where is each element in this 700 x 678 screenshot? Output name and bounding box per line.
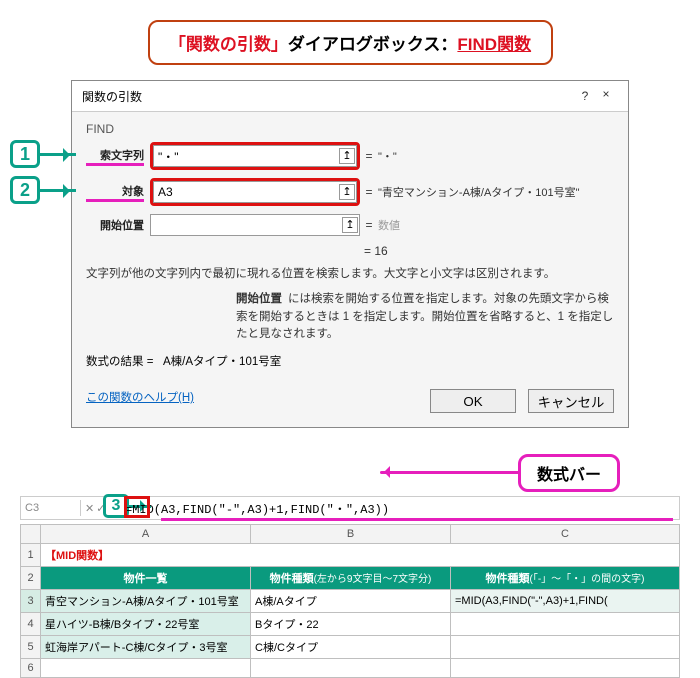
arrow-left-icon <box>380 471 540 474</box>
col-header-c[interactable]: C <box>451 525 680 544</box>
range-picker-icon[interactable]: ↥ <box>342 217 358 233</box>
cell[interactable]: A棟/Aタイプ <box>251 590 451 613</box>
row-header[interactable]: 3 <box>21 590 41 613</box>
dialog-title: 関数の引数 <box>82 88 576 105</box>
sheet-title[interactable]: 【MID関数】 <box>41 544 680 567</box>
cell[interactable] <box>451 636 680 659</box>
formula-bar-callout: 数式バー <box>20 454 680 492</box>
function-name: FIND <box>86 122 614 136</box>
formula-result-label: 数式の結果 = <box>86 356 153 368</box>
arg-input-start[interactable] <box>150 214 360 236</box>
arrow-right-icon <box>40 189 76 192</box>
arg-input-search[interactable] <box>153 145 357 167</box>
spreadsheet: A B C 1 【MID関数】 2 物件一覧 物件種類(左から9文字目～7文字分… <box>20 524 680 678</box>
col-header-b[interactable]: B <box>251 525 451 544</box>
formula-result: 数式の結果 = A棟/Aタイプ・101号室 <box>86 353 614 369</box>
fb-cancel-icon[interactable]: ✕ <box>85 502 94 515</box>
ok-button[interactable]: OK <box>430 389 516 413</box>
cell[interactable]: 青空マンション-A棟/Aタイプ・101号室 <box>41 590 251 613</box>
close-icon[interactable]: × <box>594 87 618 105</box>
cell[interactable] <box>41 659 251 678</box>
corner-cell[interactable] <box>21 525 41 544</box>
arg-result-target: "青空マンション-A棟/Aタイプ・101号室" <box>378 184 614 200</box>
arrow-right-icon <box>40 153 76 156</box>
arg-input-target[interactable] <box>153 181 357 203</box>
arg-row-start: 開始位置 ↥ = 数値 <box>86 214 614 236</box>
banner-quote: 「関数の引数」 <box>169 35 288 54</box>
row-header[interactable]: 1 <box>21 544 41 567</box>
desc2-head: 開始位置 <box>236 293 282 305</box>
arg-label-target: 対象 <box>86 183 144 202</box>
cancel-button[interactable]: キャンセル <box>528 389 614 413</box>
table-header-c[interactable]: 物件種類(「-」～「・」の間の文字) <box>451 567 680 590</box>
cell[interactable] <box>451 613 680 636</box>
calc-result-value: 16 <box>374 244 387 258</box>
table-header-b[interactable]: 物件種類(左から9文字目～7文字分) <box>251 567 451 590</box>
arg-result-start: 数値 <box>378 217 614 233</box>
arg-row-search: 1 索文字列 ↥ = "・" <box>86 142 614 170</box>
name-box[interactable]: C3 <box>21 500 81 516</box>
argument-description: 開始位置には検索を開始する位置を指定します。対象の先頭文字から検索を開始するとき… <box>236 291 614 343</box>
cell[interactable]: Bタイプ・22 <box>251 613 451 636</box>
title-banner: 「関数の引数」ダイアログボックス：FIND関数 <box>148 20 553 65</box>
highlight-box <box>124 496 150 518</box>
formula-input[interactable]: =MID(A3,FIND("-",A3)+1,FIND("・",A3)) <box>121 498 679 519</box>
equals-sign: = <box>360 185 378 199</box>
row-header[interactable]: 6 <box>21 659 41 678</box>
cell[interactable]: C棟/Cタイプ <box>251 636 451 659</box>
cell-selected[interactable]: =MID(A3,FIND("-",A3)+1,FIND( <box>451 590 680 613</box>
function-arguments-dialog: 関数の引数 ? × FIND 1 索文字列 ↥ = "・" 2 対象 <box>71 80 629 428</box>
formula-bar: C3 ✕ ✓ fx 3 =MID(A3,FIND("-",A3)+1,FIND(… <box>20 496 680 520</box>
row-header[interactable]: 2 <box>21 567 41 590</box>
callout-1: 1 <box>10 140 76 168</box>
callout-1-number: 1 <box>10 140 40 168</box>
row-header[interactable]: 5 <box>21 636 41 659</box>
arg-label-start: 開始位置 <box>86 217 144 233</box>
function-help-link[interactable]: この関数のヘルプ(H) <box>86 389 194 405</box>
arg-result-search: "・" <box>378 148 614 164</box>
calc-result: = 16 <box>364 244 614 258</box>
desc2-body: には検索を開始する位置を指定します。対象の先頭文字から検索を開始するときは 1 … <box>236 293 613 340</box>
help-icon[interactable]: ? <box>576 89 594 103</box>
table-header-a[interactable]: 物件一覧 <box>41 567 251 590</box>
col-header-a[interactable]: A <box>41 525 251 544</box>
arg-row-target: 2 対象 ↥ = "青空マンション-A棟/Aタイプ・101号室" <box>86 178 614 206</box>
equals-sign: = <box>360 218 378 232</box>
range-picker-icon[interactable]: ↥ <box>339 184 355 200</box>
banner-fn: FIND関数 <box>457 35 531 54</box>
row-header[interactable]: 4 <box>21 613 41 636</box>
equals-sign: = <box>360 149 378 163</box>
callout-2-number: 2 <box>10 176 40 204</box>
cell[interactable] <box>251 659 451 678</box>
formula-result-value: A棟/Aタイプ・101号室 <box>163 356 281 368</box>
arg-label-search: 索文字列 <box>86 147 144 166</box>
formula-bar-callout-label: 数式バー <box>518 454 620 492</box>
formula-text: =MID(A3,FIND("-",A3)+1,FIND("・",A3)) <box>125 503 389 517</box>
callout-2: 2 <box>10 176 76 204</box>
function-description: 文字列が他の文字列内で最初に現れる位置を検索します。大文字と小文字は区別されます… <box>86 266 614 283</box>
cell[interactable]: 虹海岸アパート-C棟/Cタイプ・3号室 <box>41 636 251 659</box>
range-picker-icon[interactable]: ↥ <box>339 148 355 164</box>
cell[interactable]: 星ハイツ-B棟/Bタイプ・22号室 <box>41 613 251 636</box>
underline-annotation <box>161 518 673 521</box>
banner-mid: ダイアログボックス： <box>288 35 458 54</box>
cell[interactable] <box>451 659 680 678</box>
dialog-titlebar: 関数の引数 ? × <box>72 81 628 112</box>
